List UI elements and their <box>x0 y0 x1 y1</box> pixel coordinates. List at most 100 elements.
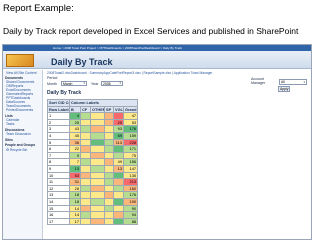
workbook-links-bar[interactable]: 2008Toast2.xlsxDashboard : SummaryAppCat… <box>47 71 212 75</box>
table-row[interactable]: 14 18 190 <box>47 197 139 206</box>
table-row[interactable]: 8 7 49 156 <box>47 158 139 166</box>
table-row[interactable]: 7 9 75 <box>47 151 139 160</box>
sidebar-item-team-discussion[interactable]: Team Discussion <box>6 132 31 136</box>
data-cell <box>80 171 91 180</box>
table-row[interactable]: 15 14 90 <box>47 204 139 213</box>
row-label-cell: 9 <box>47 164 70 173</box>
data-cell <box>104 118 114 127</box>
month-select[interactable]: March ▼ <box>61 80 87 86</box>
data-cell <box>104 151 114 160</box>
data-cell <box>80 178 91 186</box>
table-row[interactable]: 17 17 88 <box>47 217 139 226</box>
account-manager-value: All <box>281 80 285 84</box>
table-row[interactable]: 10 53 135 <box>47 171 139 180</box>
year-select[interactable]: 2008 ▼ <box>101 80 123 86</box>
data-cell: 75 <box>122 151 139 160</box>
quick-launch-sidebar: View All Site Content Documents Shared D… <box>3 70 43 239</box>
breadcrumb[interactable]: Home > 2008 Toast Pool Project > PPTDash… <box>53 46 182 50</box>
page-title: Daily By Track <box>51 57 113 67</box>
recycle-bin-label: Recycle Bin <box>9 148 28 152</box>
row-label-cell: 1 <box>47 112 70 120</box>
data-cell <box>80 204 91 213</box>
recycle-bin-link[interactable]: ♻ Recycle Bin <box>6 148 27 152</box>
period-filter-label: Period <box>47 76 58 80</box>
data-cell: 17 <box>69 217 81 226</box>
column-labels-header[interactable]: Column Labels <box>68 99 139 107</box>
data-cell <box>90 204 105 213</box>
sidebar-group-people[interactable]: People and Groups <box>5 143 35 147</box>
row-label-cell: 8 <box>47 158 70 166</box>
data-cell: 25 <box>113 118 124 127</box>
data-cell <box>104 158 114 166</box>
data-cell <box>104 184 114 193</box>
sidebar-item-tasks[interactable]: Tasks <box>6 122 14 126</box>
data-cell: 228 <box>122 138 139 147</box>
data-cell <box>113 184 124 193</box>
month-select-value: March <box>63 81 73 86</box>
table-row[interactable]: 6 22 171 <box>47 145 139 153</box>
data-cell <box>80 138 91 147</box>
year-filter-label: Year <box>91 81 99 86</box>
data-cell <box>104 178 114 186</box>
data-cell: 176 <box>122 125 139 133</box>
data-cell <box>104 138 114 147</box>
data-cell <box>104 211 114 219</box>
data-cell <box>90 158 105 166</box>
data-cell: 69 <box>113 131 124 140</box>
data-cell <box>80 118 91 127</box>
data-cell <box>104 217 114 226</box>
account-manager-select[interactable]: All ▼ <box>279 79 307 85</box>
table-row[interactable]: 11 31 213 <box>47 178 139 186</box>
table-row[interactable]: 2 25 25 53 <box>47 118 139 127</box>
table-row[interactable]: 1 4 47 <box>47 112 139 120</box>
data-cell: 7 <box>69 158 81 166</box>
data-cell: 135 <box>122 171 139 180</box>
account-manager-label: Account Manager <box>251 77 266 85</box>
row-label-cell: 17 <box>47 217 70 226</box>
row-label-cell: 14 <box>47 197 70 206</box>
apply-button[interactable]: Apply <box>278 86 291 92</box>
data-cell: 53 <box>122 118 139 127</box>
sidebar-group-sites[interactable]: Sites <box>5 138 13 142</box>
data-cell <box>80 125 91 133</box>
data-cell <box>90 118 105 127</box>
data-cell <box>90 131 105 140</box>
data-cell <box>113 204 124 213</box>
data-cell <box>104 131 114 140</box>
data-cell <box>113 178 124 186</box>
data-cell <box>104 191 114 199</box>
data-cell <box>104 112 114 120</box>
data-cell: 18 <box>69 191 81 199</box>
data-cell <box>104 171 114 180</box>
data-cell <box>104 197 114 206</box>
data-cell: 9 <box>69 151 81 160</box>
table-row[interactable]: 3 43 93 176 <box>47 125 139 133</box>
sidebar-item-printed-documents[interactable]: PrintedDocuments <box>6 108 33 112</box>
data-cell <box>80 131 91 140</box>
table-row[interactable]: 5 36 113 228 <box>47 138 139 147</box>
table-row[interactable]: 12 28 160 <box>47 184 139 193</box>
data-cell <box>104 204 114 213</box>
data-cell: 93 <box>113 125 124 133</box>
view-all-content-link[interactable]: View All Site Content <box>6 71 37 75</box>
data-cell: 13 <box>69 164 81 173</box>
data-cell: 53 <box>69 171 81 180</box>
data-cell <box>113 217 124 226</box>
table-row[interactable]: 4 45 69 159 <box>47 131 139 140</box>
row-label-cell: 13 <box>47 191 70 199</box>
data-cell: 14 <box>69 211 81 219</box>
table-row[interactable]: 13 18 176 <box>47 191 139 199</box>
row-label-cell: 2 <box>47 118 70 127</box>
account-dropdown-icon: ▼ <box>303 80 306 84</box>
data-cell: 147 <box>122 164 139 173</box>
row-label-cell: 4 <box>47 131 70 140</box>
month-dropdown-icon: ▼ <box>83 82 86 86</box>
data-cell <box>90 138 105 147</box>
pivot-table[interactable]: Sort CID CountColumn LabelsRow LabelsBCF… <box>47 99 139 226</box>
table-row[interactable]: 16 14 94 <box>47 211 139 219</box>
table-row[interactable]: 9 13 13 147 <box>47 164 139 173</box>
data-cell: 14 <box>69 204 81 213</box>
row-label-cell: 5 <box>47 138 70 147</box>
report-description-caption: Daily by Track report developed in Excel… <box>3 26 299 36</box>
row-labels-header[interactable]: Row Labels <box>47 105 70 114</box>
